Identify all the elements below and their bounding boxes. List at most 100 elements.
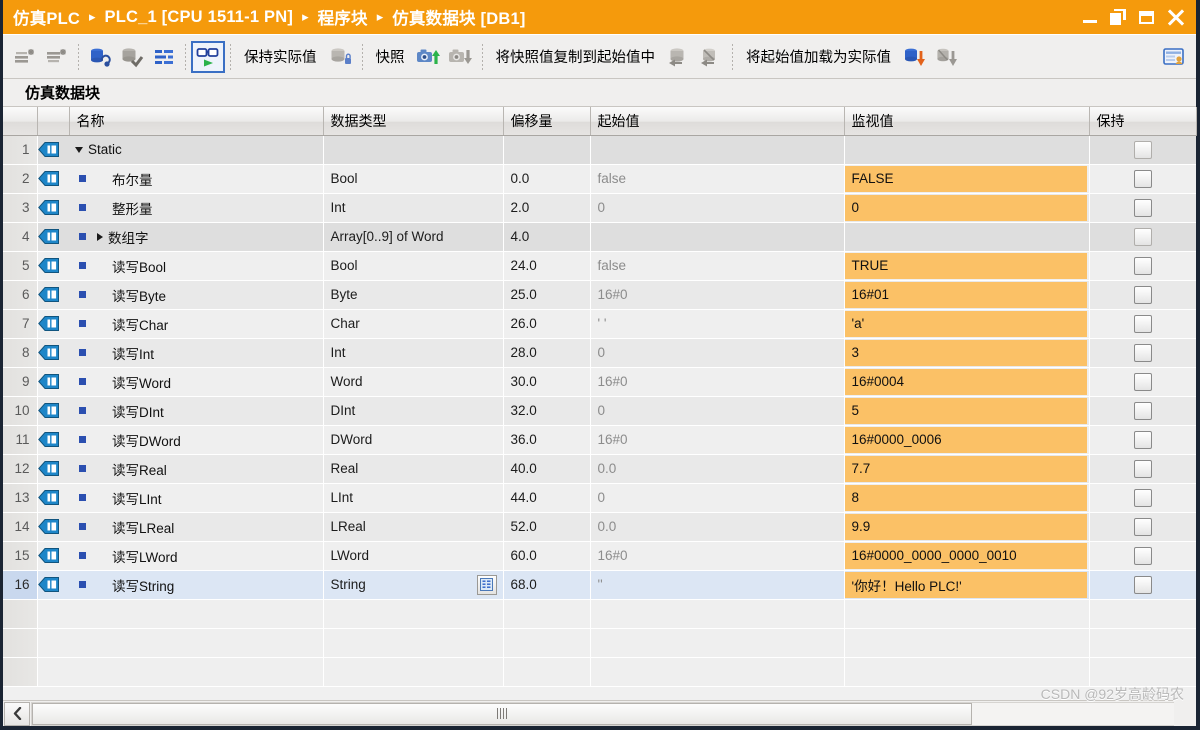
cell-datatype[interactable]: Real: [323, 454, 503, 483]
row-number[interactable]: [3, 657, 37, 686]
cell-start-value[interactable]: 0.0: [590, 512, 844, 541]
cell-name[interactable]: 读写Bool: [69, 251, 323, 280]
insert-row-below-button[interactable]: [41, 42, 73, 72]
cell-retain[interactable]: [1089, 454, 1196, 483]
cell-name[interactable]: [69, 657, 323, 686]
retain-checkbox[interactable]: [1134, 518, 1152, 536]
cell-name[interactable]: 读写LInt: [69, 483, 323, 512]
cell-datatype[interactable]: Int: [323, 338, 503, 367]
table-row[interactable]: 7读写CharChar26.0' ''a': [3, 309, 1196, 338]
breadcrumb-item-plc[interactable]: 仿真PLC: [13, 5, 80, 29]
datatype-picker-button[interactable]: [477, 575, 497, 595]
cell-start-value[interactable]: [590, 628, 844, 657]
cell-start-value[interactable]: false: [590, 164, 844, 193]
cell-start-value[interactable]: 16#0: [590, 280, 844, 309]
restore-icon[interactable]: [1110, 9, 1127, 26]
cell-datatype[interactable]: [323, 628, 503, 657]
retain-checkbox[interactable]: [1134, 547, 1152, 565]
cell-retain[interactable]: [1089, 570, 1196, 599]
column-header-startvalue[interactable]: 起始值: [590, 107, 844, 135]
cell-datatype[interactable]: Byte: [323, 280, 503, 309]
cell-retain[interactable]: [1089, 309, 1196, 338]
cell-start-value[interactable]: 0: [590, 396, 844, 425]
table-row[interactable]: 14读写LRealLReal52.00.09.9: [3, 512, 1196, 541]
retain-checkbox[interactable]: [1134, 402, 1152, 420]
cell-monitor-value[interactable]: '你好！Hello PLC!': [844, 570, 1089, 599]
cell-retain[interactable]: [1089, 280, 1196, 309]
retain-checkbox[interactable]: [1134, 286, 1152, 304]
maximize-icon[interactable]: [1138, 9, 1155, 26]
table-row[interactable]: 11读写DWordDWord36.016#016#0000_0006: [3, 425, 1196, 454]
cell-name[interactable]: 读写Int: [69, 338, 323, 367]
scrollbar-track[interactable]: [31, 702, 1195, 726]
cell-retain[interactable]: [1089, 396, 1196, 425]
table-row[interactable]: 16读写StringString68.0'''你好！Hello PLC!': [3, 570, 1196, 599]
cell-start-value[interactable]: 0: [590, 483, 844, 512]
cell-datatype[interactable]: LReal: [323, 512, 503, 541]
cell-monitor-value[interactable]: 9.9: [844, 512, 1089, 541]
consistency-check-button[interactable]: [116, 42, 148, 72]
retain-checkbox[interactable]: [1134, 141, 1152, 159]
cell-monitor-value[interactable]: 16#01: [844, 280, 1089, 309]
breadcrumb-item-cpu[interactable]: PLC_1 [CPU 1511-1 PN]: [105, 8, 294, 27]
cell-start-value[interactable]: [590, 135, 844, 164]
row-number[interactable]: 3: [3, 193, 37, 222]
breadcrumb-item-program-blocks[interactable]: 程序块: [318, 5, 368, 29]
scroll-left-button[interactable]: [4, 702, 30, 726]
cell-datatype[interactable]: LWord: [323, 541, 503, 570]
copy-snapshot-all-button[interactable]: [663, 42, 695, 72]
cell-monitor-value[interactable]: 'a': [844, 309, 1089, 338]
cell-retain[interactable]: [1089, 657, 1196, 686]
row-number[interactable]: 15: [3, 541, 37, 570]
cell-retain[interactable]: [1089, 135, 1196, 164]
column-header-offset[interactable]: 偏移量: [503, 107, 590, 135]
row-number[interactable]: 12: [3, 454, 37, 483]
minimize-icon[interactable]: [1082, 9, 1099, 26]
cell-monitor-value[interactable]: [844, 135, 1089, 164]
cell-retain[interactable]: [1089, 367, 1196, 396]
table-row[interactable]: 4数组字Array[0..9] of Word4.0: [3, 222, 1196, 251]
table-row[interactable]: 8读写IntInt28.003: [3, 338, 1196, 367]
cell-datatype[interactable]: Array[0..9] of Word: [323, 222, 503, 251]
retain-checkbox[interactable]: [1134, 199, 1152, 217]
cell-monitor-value[interactable]: FALSE: [844, 164, 1089, 193]
row-number[interactable]: 16: [3, 570, 37, 599]
cell-monitor-value[interactable]: 16#0004: [844, 367, 1089, 396]
retain-checkbox[interactable]: [1134, 257, 1152, 275]
retain-checkbox[interactable]: [1134, 489, 1152, 507]
column-header-retain[interactable]: 保持: [1089, 107, 1196, 135]
keep-actual-values-button[interactable]: [325, 42, 357, 72]
table-row[interactable]: [3, 599, 1196, 628]
snapshot-to-start-button[interactable]: [445, 42, 477, 72]
cell-start-value[interactable]: 16#0: [590, 367, 844, 396]
copy-snapshot-selected-button[interactable]: [695, 42, 727, 72]
cell-monitor-value[interactable]: 8: [844, 483, 1089, 512]
cell-retain[interactable]: [1089, 541, 1196, 570]
cell-monitor-value[interactable]: 0: [844, 193, 1089, 222]
cell-datatype[interactable]: Bool: [323, 164, 503, 193]
table-row[interactable]: 12读写RealReal40.00.07.7: [3, 454, 1196, 483]
cell-name[interactable]: 读写String: [69, 570, 323, 599]
cell-monitor-value[interactable]: 5: [844, 396, 1089, 425]
row-number[interactable]: 11: [3, 425, 37, 454]
retain-checkbox[interactable]: [1134, 576, 1152, 594]
retain-checkbox[interactable]: [1134, 170, 1152, 188]
cell-start-value[interactable]: [590, 222, 844, 251]
cell-name[interactable]: 读写LWord: [69, 541, 323, 570]
cell-retain[interactable]: [1089, 483, 1196, 512]
cell-monitor-value[interactable]: 16#0000_0006: [844, 425, 1089, 454]
cell-name[interactable]: [69, 599, 323, 628]
row-number[interactable]: 10: [3, 396, 37, 425]
table-row[interactable]: 13读写LIntLInt44.008: [3, 483, 1196, 512]
expand-arrow-icon[interactable]: [97, 233, 103, 241]
cell-monitor-value[interactable]: [844, 657, 1089, 686]
load-start-selected-button[interactable]: [931, 42, 963, 72]
row-number[interactable]: 5: [3, 251, 37, 280]
cell-datatype[interactable]: DWord: [323, 425, 503, 454]
cell-name[interactable]: [69, 628, 323, 657]
breadcrumb-item-data-block[interactable]: 仿真数据块 [DB1]: [392, 5, 525, 29]
cell-retain[interactable]: [1089, 628, 1196, 657]
cell-name[interactable]: 读写DWord: [69, 425, 323, 454]
cell-datatype[interactable]: LInt: [323, 483, 503, 512]
column-header-datatype[interactable]: 数据类型: [323, 107, 503, 135]
